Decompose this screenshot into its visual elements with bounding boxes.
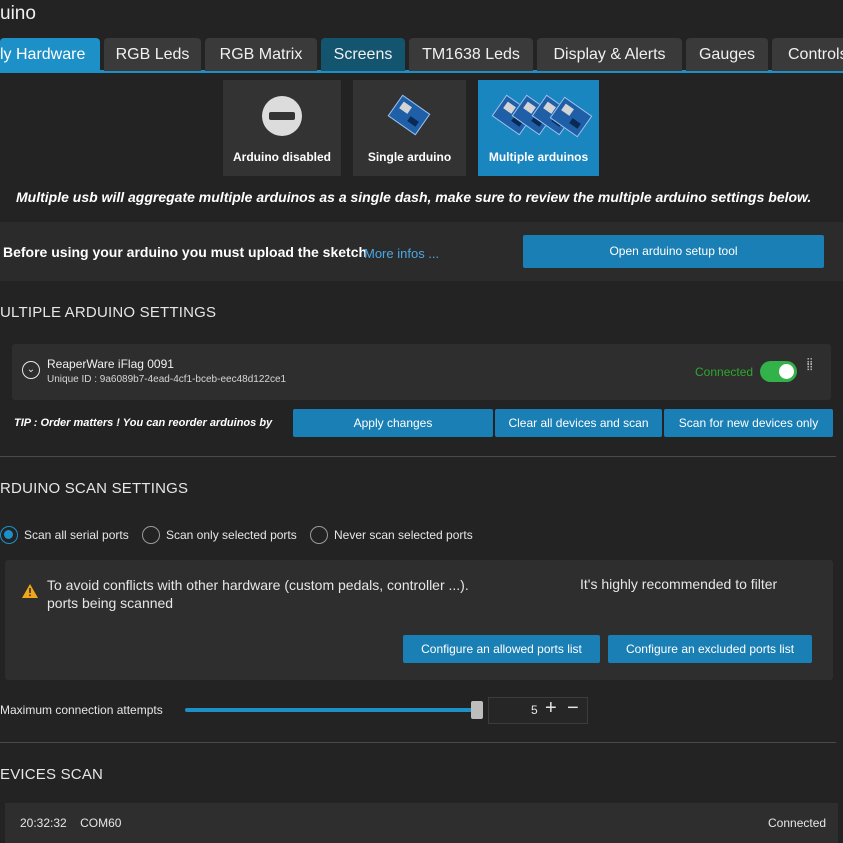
- excluded-ports-button[interactable]: Configure an excluded ports list: [608, 635, 812, 663]
- device-name: ReaperWare iFlag 0091: [47, 357, 174, 371]
- warning-text: To avoid conflicts with other hardware (…: [47, 576, 469, 612]
- warning-icon: [22, 584, 38, 598]
- mode-multiple-arduinos[interactable]: Multiple arduinos: [478, 80, 599, 176]
- log-status: Connected: [768, 816, 827, 830]
- section-title-scan: RDUINO SCAN SETTINGS: [0, 480, 189, 497]
- plus-icon[interactable]: +: [545, 697, 557, 720]
- tab-screens[interactable]: Screens: [321, 38, 405, 71]
- open-setup-tool-button[interactable]: Open arduino setup tool: [523, 235, 824, 268]
- log-port: COM60: [80, 816, 122, 830]
- warning-line-1: To avoid conflicts with other hardware (…: [47, 577, 469, 593]
- reorder-tip: TIP : Order matters ! You can reorder ar…: [14, 417, 273, 429]
- mode-arduino-disabled[interactable]: Arduino disabled: [223, 80, 341, 176]
- tab-rgb-leds[interactable]: RGB Leds: [104, 38, 201, 71]
- scan-log-entry: 20:32:32 COM60: [20, 816, 121, 830]
- allowed-ports-button[interactable]: Configure an allowed ports list: [403, 635, 600, 663]
- log-time: 20:32:32: [20, 816, 67, 830]
- section-title-multiple: ULTIPLE ARDUINO SETTINGS: [0, 304, 217, 321]
- tab-bar: ly Hardware RGB Leds RGB Matrix Screens …: [0, 37, 843, 73]
- multiple-usb-note: Multiple usb will aggregate multiple ard…: [16, 189, 812, 205]
- no-entry-icon: [262, 96, 302, 136]
- section-title-devices-scan: EVICES SCAN: [0, 766, 104, 783]
- chevron-down-icon[interactable]: ⌄: [22, 361, 40, 379]
- max-attempts-slider[interactable]: [185, 708, 478, 712]
- radio-label: Scan all serial ports: [24, 528, 129, 542]
- tab-gauges[interactable]: Gauges: [686, 38, 768, 71]
- warning-line-2: ports being scanned: [47, 595, 174, 611]
- drag-handle-icon[interactable]: ⠿ ⠿: [806, 359, 816, 383]
- divider: [0, 742, 836, 743]
- mode-label: Multiple arduinos: [488, 150, 589, 164]
- mode-single-arduino[interactable]: Single arduino: [353, 80, 466, 176]
- tab-display-alerts[interactable]: Display & Alerts: [537, 38, 682, 71]
- clear-and-scan-button[interactable]: Clear all devices and scan: [495, 409, 662, 437]
- tab-controls[interactable]: Controls: [772, 38, 843, 71]
- radio-label: Scan only selected ports: [166, 528, 297, 542]
- device-status: Connected: [695, 365, 754, 379]
- tab-rgb-matrix[interactable]: RGB Matrix: [205, 38, 317, 71]
- divider: [0, 456, 836, 457]
- tab-arduino-hardware[interactable]: ly Hardware: [0, 38, 100, 71]
- slider-thumb[interactable]: [471, 701, 483, 719]
- window-title: uino: [0, 3, 36, 24]
- radio-scan-selected[interactable]: [142, 526, 160, 544]
- max-attempts-value[interactable]: 5: [531, 703, 538, 717]
- radio-never-scan-selected[interactable]: [310, 526, 328, 544]
- minus-icon[interactable]: −: [567, 697, 579, 720]
- scan-new-devices-button[interactable]: Scan for new devices only: [664, 409, 833, 437]
- mode-label: Single arduino: [367, 150, 452, 164]
- more-infos-link[interactable]: More infos ...: [364, 246, 439, 261]
- sketch-instruction: Before using your arduino you must uploa…: [3, 244, 368, 260]
- max-attempts-label: Maximum connection attempts: [0, 703, 163, 717]
- radio-label: Never scan selected ports: [334, 528, 473, 542]
- mode-label: Arduino disabled: [232, 150, 331, 164]
- apply-changes-button[interactable]: Apply changes: [293, 409, 493, 437]
- device-enabled-toggle[interactable]: [760, 361, 797, 382]
- radio-scan-all[interactable]: [0, 526, 18, 544]
- scan-log-row: [5, 803, 838, 843]
- tab-tm1638-leds[interactable]: TM1638 Leds: [409, 38, 533, 71]
- warning-recommendation: It's highly recommended to filter: [580, 576, 778, 592]
- device-unique-id: Unique ID : 9a6089b7-4ead-4cf1-bceb-eec4…: [47, 374, 287, 385]
